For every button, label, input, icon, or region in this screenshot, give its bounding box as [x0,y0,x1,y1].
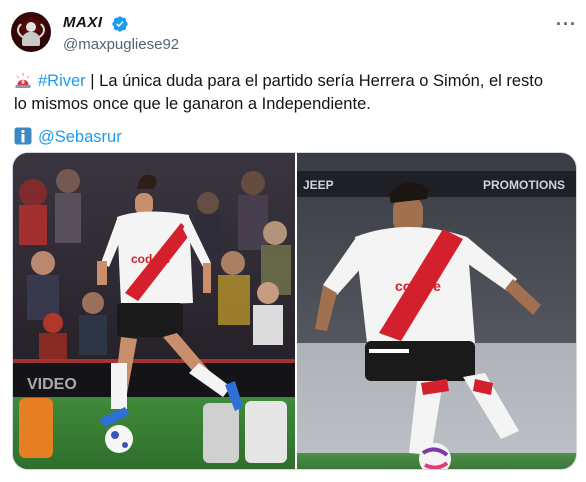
hashtag-link[interactable]: #River [38,72,86,90]
mention-link[interactable]: @Sebasrur [38,128,122,146]
right-sponsor-text: codere [395,278,441,294]
right-ad-board-text: PROMOTIONS [483,178,565,192]
photo-left-illustration: codere VIDEO [13,153,295,469]
media-grid[interactable]: codere VIDEO JEEP PROMOTIONS codere [12,152,577,470]
rotating-light-emoji-icon [15,72,31,88]
svg-text:JEEP: JEEP [303,178,334,192]
tweet-line-2: lo mismos once que le ganaron a Independ… [14,95,371,113]
avatar-body-shape [22,32,40,46]
verified-badge-icon [112,16,128,32]
left-sponsor-text: codere [131,252,171,266]
tweet-line-1: #River | La única duda para el partido s… [14,70,574,93]
photo-left[interactable]: codere VIDEO [13,153,295,469]
avatar-head-shape [26,22,36,32]
photo-right-illustration: JEEP PROMOTIONS codere [297,153,576,469]
author-display-name[interactable]: MAXI [63,14,103,31]
more-options-icon[interactable]: ··· [556,14,577,35]
info-emoji-icon [14,127,32,145]
tweet-separator: | [85,72,100,90]
left-ad-board-text: VIDEO [27,376,77,393]
tweet-card[interactable]: MAXI @maxpugliese92 ··· #River | La únic… [0,0,586,482]
tweet-text: #River | La única duda para el partido s… [14,70,574,149]
photo-right[interactable]: JEEP PROMOTIONS codere [297,153,576,469]
tweet-line-1-text: La única duda para el partido sería Herr… [99,72,544,90]
tweet-line-3: @Sebasrur [14,126,574,149]
author-avatar[interactable] [11,12,51,52]
author-handle[interactable]: @maxpugliese92 [63,36,179,53]
